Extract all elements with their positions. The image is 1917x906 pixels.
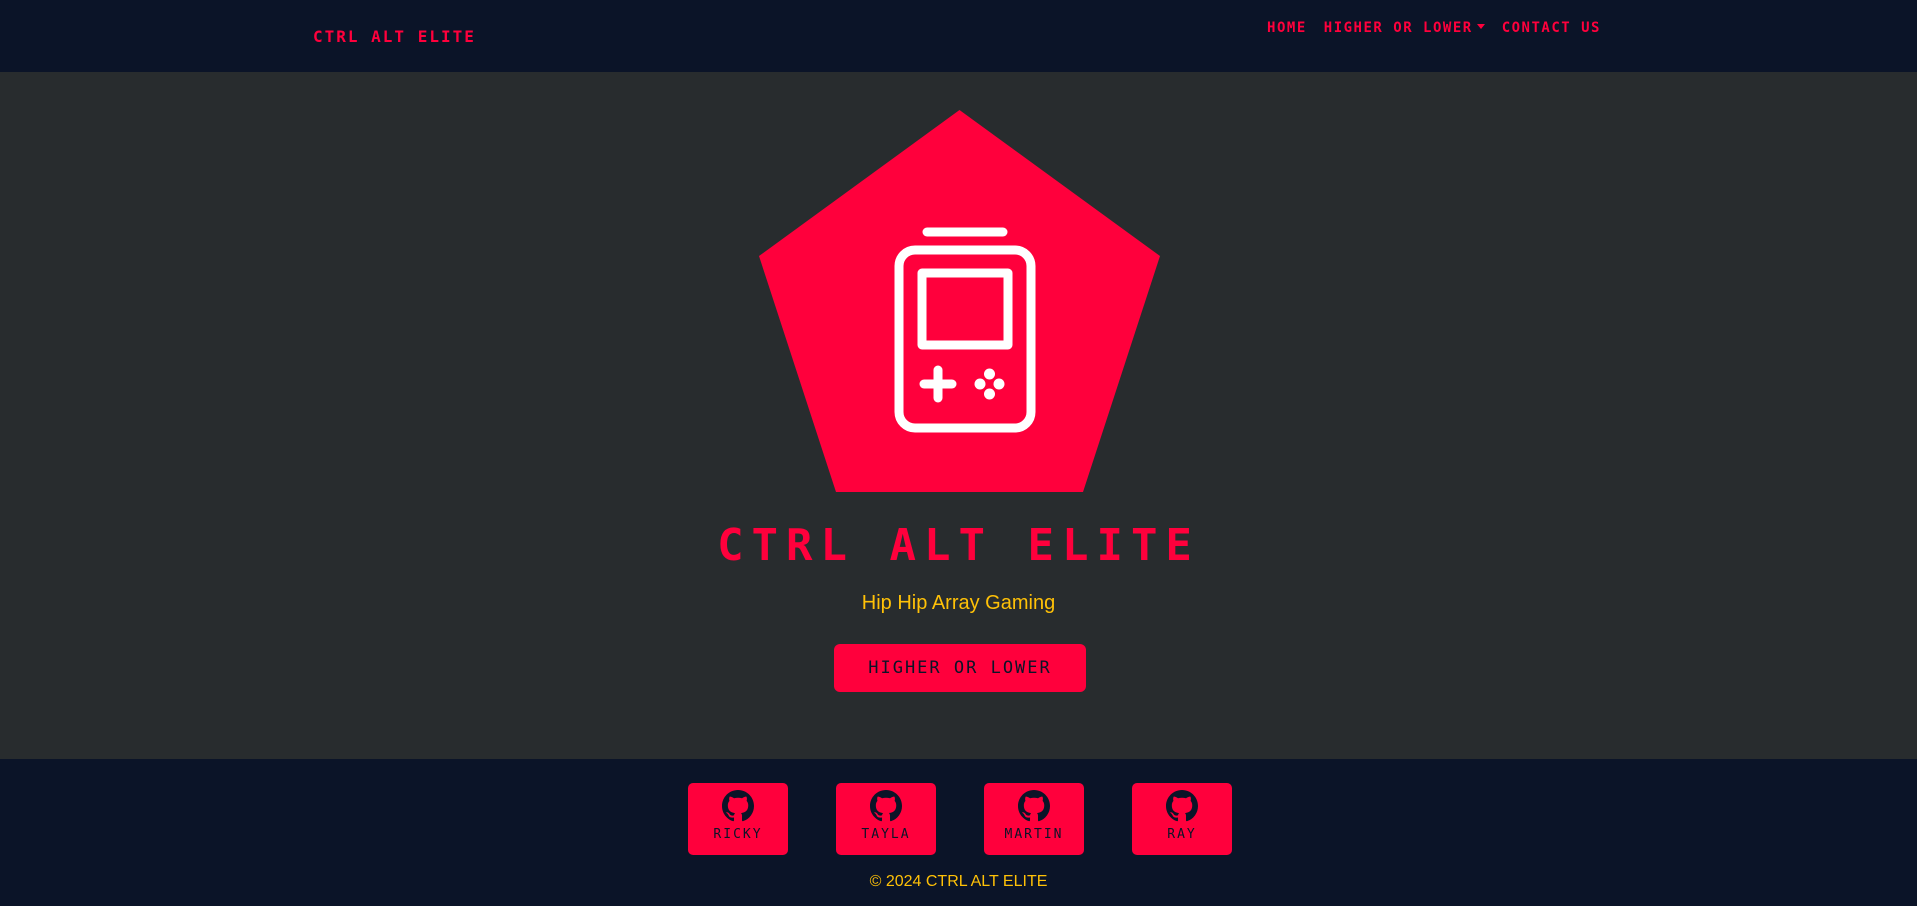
hero-title: CTRL ALT ELITE: [717, 520, 1200, 571]
member-name: RAY: [1167, 827, 1197, 842]
brand-link[interactable]: CTRL ALT ELITE: [313, 27, 476, 46]
github-icon: [1166, 790, 1198, 822]
footer: RICKY TAYLA MARTIN RAY © 2024 CTRL ALT E…: [0, 759, 1917, 906]
member-name: TAYLA: [861, 827, 911, 842]
nav-link-contact-us[interactable]: CONTACT US: [1502, 20, 1601, 36]
member-name: MARTIN: [1004, 827, 1064, 842]
hero-logo: [759, 110, 1160, 492]
nav-link-contact-label: CONTACT US: [1501, 20, 1601, 36]
pentagon-shape: [759, 110, 1160, 492]
hero-subtitle: Hip Hip Array Gaming: [861, 592, 1056, 614]
nav-link-home[interactable]: HOME: [1267, 20, 1307, 36]
nav-dropdown-higher-or-lower[interactable]: HIGHER OR LOWER: [1324, 20, 1485, 36]
higher-or-lower-button[interactable]: HIGHER OR LOWER: [834, 644, 1086, 692]
caret-down-icon: [1476, 23, 1485, 29]
member-link-ricky[interactable]: RICKY: [688, 783, 788, 855]
member-link-tayla[interactable]: TAYLA: [836, 783, 936, 855]
copyright-text: © 2024 CTRL ALT ELITE: [869, 873, 1048, 890]
member-link-martin[interactable]: MARTIN: [984, 783, 1084, 855]
member-links: RICKY TAYLA MARTIN RAY: [688, 783, 1232, 855]
member-link-ray[interactable]: RAY: [1132, 783, 1232, 855]
navbar: CTRL ALT ELITE HOME HIGHER OR LOWER CONT…: [0, 0, 1917, 72]
github-icon: [722, 790, 754, 822]
member-name: RICKY: [713, 827, 763, 842]
github-icon: [1018, 790, 1050, 822]
github-icon: [870, 790, 902, 822]
nav-dropdown-label: HIGHER OR LOWER: [1323, 20, 1473, 36]
hero-section: CTRL ALT ELITE Hip Hip Array Gaming HIGH…: [0, 72, 1917, 759]
nav-links: HOME HIGHER OR LOWER CONTACT US: [1267, 20, 1601, 36]
nav-link-home-label: HOME: [1267, 20, 1307, 36]
